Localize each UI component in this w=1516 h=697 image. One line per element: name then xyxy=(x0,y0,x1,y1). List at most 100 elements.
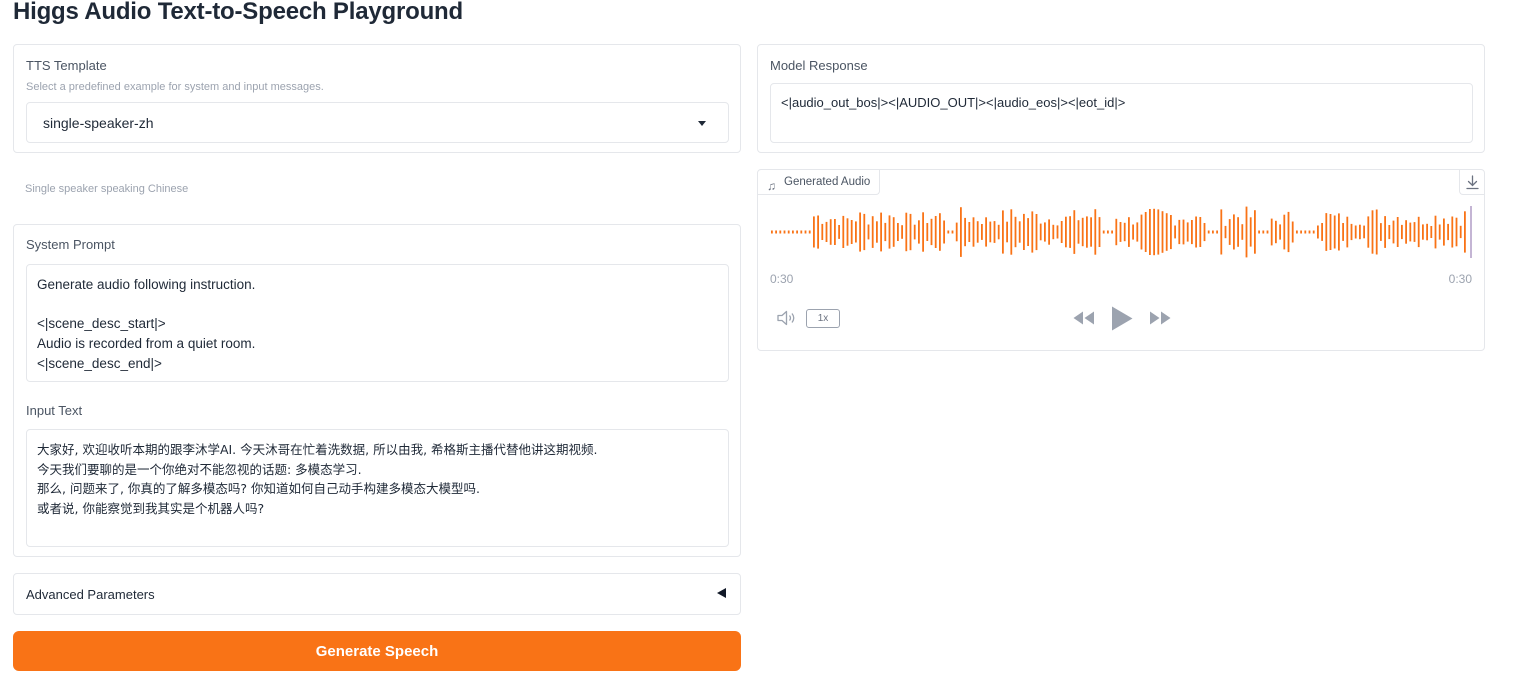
waveform-bar xyxy=(1329,214,1332,250)
waveform-bar xyxy=(1258,230,1260,234)
waveform-bar xyxy=(1321,223,1323,241)
generated-audio-panel: ♫ Generated Audio 0:30 0:30 1x xyxy=(757,169,1485,351)
waveform-bar xyxy=(1098,217,1101,247)
generated-audio-label: Generated Audio xyxy=(784,176,871,188)
waveform-bar xyxy=(838,225,840,239)
tts-template-info: Select a predefined example for system a… xyxy=(26,81,324,93)
waveform-bar xyxy=(1338,213,1340,251)
waveform-bar xyxy=(1350,223,1353,241)
waveform-bar xyxy=(1342,223,1344,241)
waveform-bar xyxy=(1464,211,1466,253)
waveform-bar xyxy=(1203,223,1206,242)
waveform-bar xyxy=(1014,216,1017,248)
waveform-bar xyxy=(1006,221,1008,243)
waveform-bar xyxy=(1447,223,1449,241)
template-description: Single speaker speaking Chinese xyxy=(25,183,189,195)
waveform-bar xyxy=(1241,224,1244,240)
tts-template-dropdown[interactable]: single-speaker-zh xyxy=(26,102,729,143)
waveform-bar xyxy=(1283,214,1286,250)
waveform-bar xyxy=(1220,209,1223,255)
waveform-bar xyxy=(1279,224,1281,240)
waveform-bar xyxy=(1375,209,1378,255)
play-icon xyxy=(1112,306,1133,331)
waveform-bar xyxy=(1157,209,1160,255)
audio-waveform[interactable] xyxy=(769,204,1473,260)
waveform-bar xyxy=(1317,225,1319,239)
waveform-bar xyxy=(1401,224,1403,240)
download-button[interactable] xyxy=(1459,170,1484,195)
waveform-bar xyxy=(943,220,945,244)
waveform-bar xyxy=(1249,217,1252,247)
waveform-bar xyxy=(842,215,845,248)
volume-button[interactable] xyxy=(776,309,798,327)
waveform-bar xyxy=(813,216,815,248)
waveform-bar xyxy=(817,215,819,249)
waveform-bar xyxy=(1073,210,1076,254)
play-button[interactable] xyxy=(1110,305,1134,332)
waveform-bar xyxy=(1044,222,1046,242)
waveform-bar xyxy=(1304,230,1307,234)
waveform-bar xyxy=(1174,225,1176,239)
waveform-bar xyxy=(1228,219,1231,245)
waveform-bar xyxy=(808,230,811,234)
advanced-parameters-accordion[interactable]: Advanced Parameters xyxy=(13,573,741,615)
waveform-bar xyxy=(955,222,958,242)
waveform-bar xyxy=(1090,217,1092,247)
fast-forward-button[interactable] xyxy=(1148,310,1172,326)
waveform-bar xyxy=(1123,222,1126,242)
waveform-bar xyxy=(1094,209,1097,255)
playhead-cursor[interactable] xyxy=(1470,206,1472,258)
playback-speed-button[interactable]: 1x xyxy=(806,309,840,328)
waveform-bar xyxy=(859,212,861,252)
rewind-button[interactable] xyxy=(1072,310,1096,326)
model-response-panel: Model Response <|audio_out_bos|><|AUDIO_… xyxy=(757,44,1485,153)
waveform-bar xyxy=(1363,225,1365,239)
waveform-bar xyxy=(968,222,971,242)
waveform-bar xyxy=(926,223,929,241)
waveform-bar xyxy=(939,213,941,251)
waveform-bar xyxy=(1069,216,1071,248)
waveform-bar xyxy=(981,224,983,240)
volume-icon xyxy=(777,310,795,326)
waveform-bar xyxy=(1107,230,1109,234)
waveform-bar xyxy=(1413,222,1416,242)
waveform-bar xyxy=(771,230,773,234)
fast-forward-icon xyxy=(1150,311,1171,325)
generate-speech-button[interactable]: Generate Speech xyxy=(13,631,741,671)
waveform-bar xyxy=(1182,219,1185,245)
waveform-bar xyxy=(1426,223,1428,241)
waveform-bar xyxy=(1052,224,1055,240)
waveform-bar xyxy=(1060,221,1063,243)
waveform-bar xyxy=(1195,216,1197,248)
waveform-bar xyxy=(876,221,878,243)
waveform-bar xyxy=(1161,211,1164,253)
waveform-bar xyxy=(863,213,866,251)
waveform-bar xyxy=(834,219,836,245)
waveform-bar xyxy=(1367,216,1370,248)
waveform-bar xyxy=(934,216,937,248)
waveform-bar xyxy=(1056,225,1059,239)
waveform-bar xyxy=(989,221,992,243)
waveform-bar xyxy=(997,224,1000,240)
waveform-bar xyxy=(964,217,966,247)
input-text-label: Input Text xyxy=(26,403,83,418)
waveform-bar xyxy=(1199,217,1202,247)
waveform-bar xyxy=(787,230,790,234)
waveform-bar xyxy=(1380,223,1382,241)
caret-left-icon xyxy=(717,588,726,598)
model-response-label: Model Response xyxy=(770,58,868,73)
rewind-icon xyxy=(1073,311,1094,325)
waveform-bar xyxy=(855,221,857,243)
waveform-bar xyxy=(1438,224,1441,240)
input-text-textarea[interactable]: 大家好, 欢迎收听本期的跟李沐学AI. 今天沐哥在忙着洗数据, 所以由我, 希格… xyxy=(26,429,729,547)
waveform-bar xyxy=(1170,215,1172,250)
waveform-bar xyxy=(871,216,874,248)
waveform-bar xyxy=(1186,222,1189,242)
model-response-textbox[interactable]: <|audio_out_bos|><|AUDIO_OUT|><|audio_eo… xyxy=(770,83,1473,143)
waveform-bar xyxy=(1115,218,1118,246)
waveform-bar xyxy=(1132,224,1134,240)
waveform-bar xyxy=(1312,230,1315,234)
advanced-parameters-label: Advanced Parameters xyxy=(26,587,155,602)
system-prompt-textarea[interactable]: Generate audio following instruction. <|… xyxy=(26,264,729,382)
current-time: 0:30 xyxy=(770,272,794,286)
